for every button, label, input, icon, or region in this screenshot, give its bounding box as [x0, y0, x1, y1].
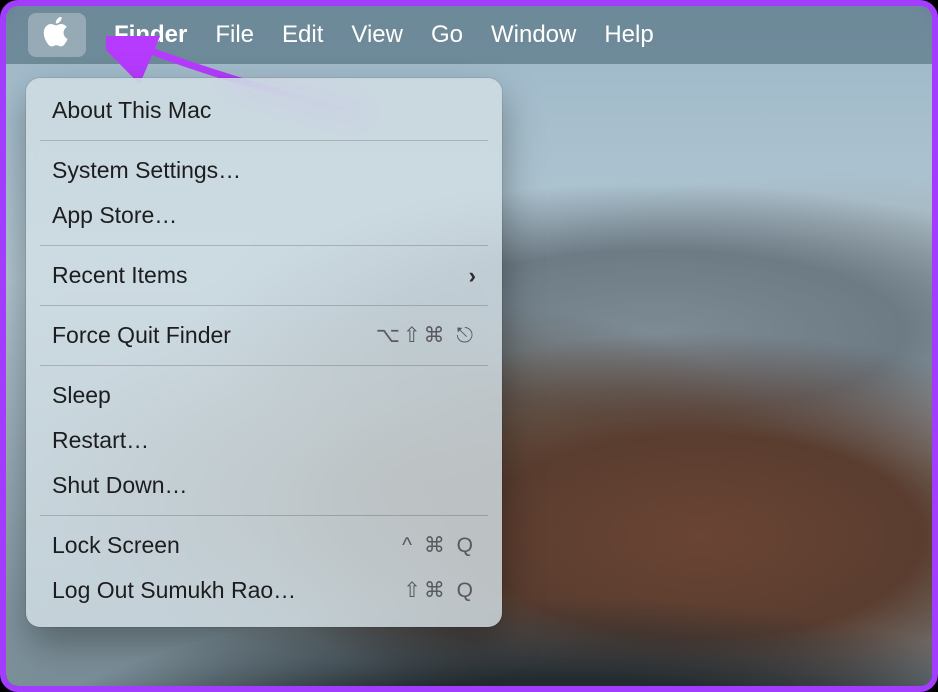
menubar-item-go[interactable]: Go: [431, 21, 463, 49]
keyboard-shortcut: ^ ⌘ Q: [402, 533, 476, 558]
menu-item-recent-items[interactable]: Recent Items ›: [26, 253, 502, 298]
menubar-item-file[interactable]: File: [215, 21, 254, 49]
menu-item-shut-down[interactable]: Shut Down…: [26, 463, 502, 508]
menu-item-force-quit[interactable]: Force Quit Finder ⌥⇧⌘ ⎋: [26, 313, 502, 358]
screenshot-frame: Finder File Edit View Go Window Help Abo…: [0, 0, 938, 692]
menu-separator: [40, 140, 488, 141]
label: Lock Screen: [52, 532, 180, 559]
menubar-item-window[interactable]: Window: [491, 21, 576, 49]
label: Restart…: [52, 427, 149, 454]
keyboard-shortcut: ⌥⇧⌘ ⎋: [376, 323, 476, 348]
label: Shut Down…: [52, 472, 188, 499]
menu-item-app-store[interactable]: App Store…: [26, 193, 502, 238]
apple-menu-dropdown: About This Mac System Settings… App Stor…: [26, 78, 502, 627]
label: Recent Items: [52, 262, 188, 289]
label: Sleep: [52, 382, 111, 409]
menubar-item-edit[interactable]: Edit: [282, 21, 323, 49]
keyboard-shortcut: ⇧⌘ Q: [403, 578, 476, 603]
menu-item-system-settings[interactable]: System Settings…: [26, 148, 502, 193]
menu-separator: [40, 365, 488, 366]
chevron-right-icon: ›: [469, 263, 476, 289]
menu-separator: [40, 245, 488, 246]
label: About This Mac: [52, 97, 211, 124]
menu-item-log-out[interactable]: Log Out Sumukh Rao… ⇧⌘ Q: [26, 568, 502, 613]
menu-item-about[interactable]: About This Mac: [26, 88, 502, 133]
menu-item-sleep[interactable]: Sleep: [26, 373, 502, 418]
apple-menu-button[interactable]: [28, 13, 86, 57]
label: Force Quit Finder: [52, 322, 231, 349]
menubar-item-app[interactable]: Finder: [114, 21, 187, 49]
menubar-item-view[interactable]: View: [351, 21, 403, 49]
menu-separator: [40, 305, 488, 306]
label: Log Out Sumukh Rao…: [52, 577, 296, 604]
apple-logo-icon: [43, 17, 71, 54]
menu-separator: [40, 515, 488, 516]
label: System Settings…: [52, 157, 241, 184]
menubar-item-help[interactable]: Help: [604, 21, 653, 49]
label: App Store…: [52, 202, 177, 229]
menu-item-restart[interactable]: Restart…: [26, 418, 502, 463]
menu-item-lock-screen[interactable]: Lock Screen ^ ⌘ Q: [26, 523, 502, 568]
menubar: Finder File Edit View Go Window Help: [6, 6, 932, 64]
